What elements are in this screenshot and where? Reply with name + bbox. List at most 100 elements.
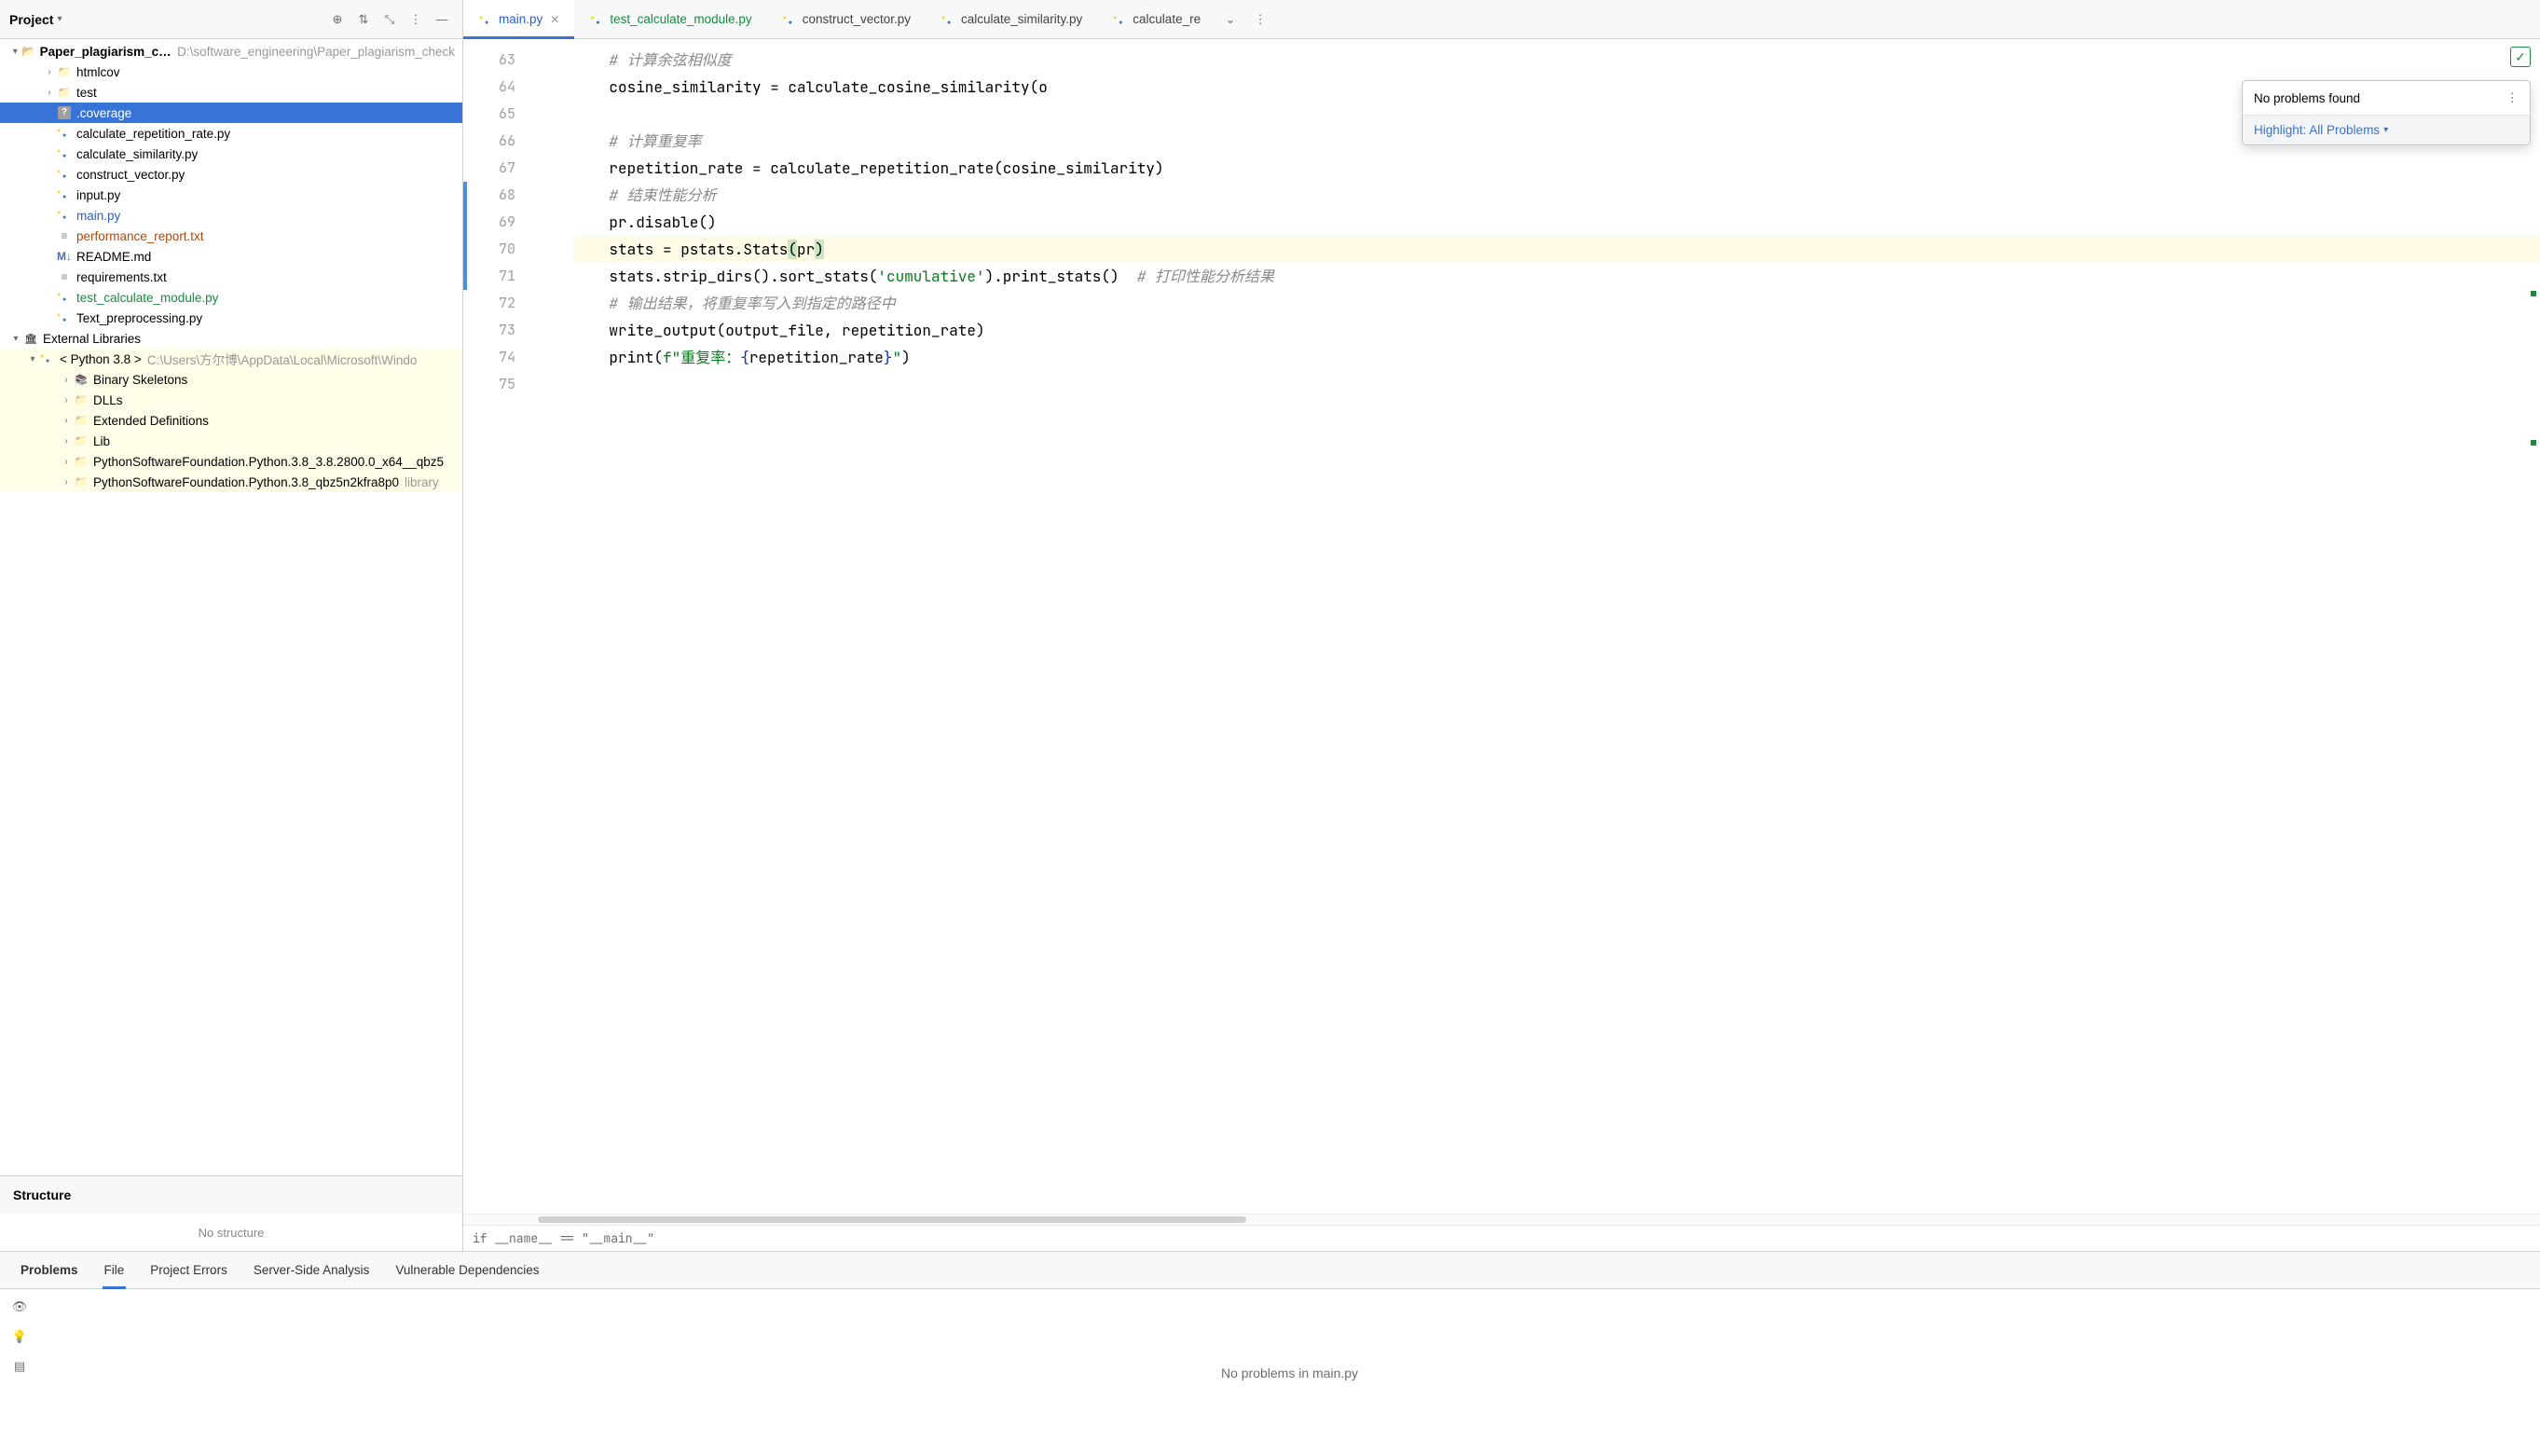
line-number: 73: [463, 317, 538, 344]
editor-tab[interactable]: construct_vector.py: [767, 0, 926, 38]
tree-item-label: test_calculate_module.py: [76, 291, 218, 305]
chevron-down-icon[interactable]: ▾: [9, 334, 22, 344]
code-line[interactable]: write_output(output_file, repetition_rat…: [573, 317, 2540, 344]
tree-item[interactable]: ·construct_vector.py: [0, 164, 462, 185]
close-icon[interactable]: ✕: [550, 13, 559, 26]
tree-item[interactable]: ›Extended Definitions: [0, 410, 462, 431]
chevron-right-icon[interactable]: ›: [60, 416, 73, 426]
editor[interactable]: 63646566676869707172737475 # 计算余弦相似度 cos…: [463, 39, 2540, 1214]
bottom-tab[interactable]: Project Errors: [137, 1252, 240, 1288]
tree-item-label: Binary Skeletons: [93, 373, 187, 387]
folder-icon: [56, 84, 73, 101]
folder-icon: [73, 391, 89, 408]
tree-item[interactable]: ·?.coverage: [0, 103, 462, 123]
chevron-right-icon[interactable]: ›: [60, 395, 73, 405]
scrollbar-thumb[interactable]: [538, 1216, 1246, 1223]
code-line[interactable]: # 结束性能分析: [573, 182, 2540, 209]
code-line[interactable]: # 计算余弦相似度: [573, 47, 2540, 74]
page-icon[interactable]: ▤: [9, 1356, 30, 1377]
bottom-tab[interactable]: File: [91, 1252, 138, 1288]
book-icon: [73, 371, 89, 388]
structure-panel-title[interactable]: Structure: [0, 1176, 462, 1214]
code-line[interactable]: print(f"重复率：{repetition_rate}"): [573, 344, 2540, 371]
tree-item[interactable]: ·calculate_repetition_rate.py: [0, 123, 462, 144]
marker-stripe: [2531, 440, 2536, 446]
py-icon: [56, 166, 73, 183]
tree-item[interactable]: ›PythonSoftwareFoundation.Python.3.8_3.8…: [0, 451, 462, 472]
code-line[interactable]: stats.strip_dirs().sort_stats('cumulativ…: [573, 263, 2540, 290]
code-line[interactable]: [573, 371, 2540, 398]
tab-label: test_calculate_module.py: [610, 12, 751, 26]
chevron-right-icon[interactable]: ›: [43, 88, 56, 98]
chevron-down-icon[interactable]: ▾: [9, 47, 21, 57]
project-root[interactable]: ▾ Paper_plagiarism_check D:\software_eng…: [0, 41, 462, 62]
external-libraries[interactable]: ▾ External Libraries: [0, 328, 462, 349]
editor-tab[interactable]: main.py✕: [463, 0, 574, 38]
editor-tab[interactable]: test_calculate_module.py: [574, 0, 766, 38]
bulb-icon[interactable]: 💡: [9, 1326, 30, 1347]
tree-item[interactable]: ·requirements.txt: [0, 267, 462, 287]
highlight-dropdown[interactable]: Highlight: All Problems ▾: [2243, 115, 2530, 144]
tab-label: calculate_similarity.py: [961, 12, 1082, 26]
bottom-tab[interactable]: Problems: [7, 1252, 91, 1288]
chevron-right-icon[interactable]: ›: [60, 436, 73, 446]
code-line[interactable]: stats = pstats.Stats(pr): [573, 236, 2540, 263]
tabs-menu[interactable]: ⋮: [1245, 0, 1275, 38]
tree-item[interactable]: ›test: [0, 82, 462, 103]
code-line[interactable]: repetition_rate = calculate_repetition_r…: [573, 155, 2540, 182]
code-line[interactable]: pr.disable(): [573, 209, 2540, 236]
bottom-tab[interactable]: Server-Side Analysis: [240, 1252, 383, 1288]
chevron-right-icon[interactable]: ›: [60, 457, 73, 467]
inspection-ok-badge[interactable]: ✓: [2510, 47, 2531, 67]
tabs-dropdown[interactable]: ⌄: [1215, 0, 1245, 38]
tree-item[interactable]: ·calculate_similarity.py: [0, 144, 462, 164]
tree-item[interactable]: ·Text_preprocessing.py: [0, 308, 462, 328]
more-icon[interactable]: ⋮: [405, 8, 427, 31]
breadcrumb[interactable]: if __name__ == "__main__": [463, 1225, 2540, 1251]
horizontal-scrollbar[interactable]: [463, 1214, 2540, 1225]
minimize-icon[interactable]: —: [431, 8, 453, 31]
code-area[interactable]: # 计算余弦相似度 cosine_similarity = calculate_…: [538, 39, 2540, 1214]
editor-tabs: main.py✕ test_calculate_module.py construc…: [463, 0, 2540, 39]
bottom-tab[interactable]: Vulnerable Dependencies: [382, 1252, 552, 1288]
tree-item[interactable]: ·main.py: [0, 205, 462, 226]
line-gutter: 63646566676869707172737475: [463, 39, 538, 1214]
more-icon[interactable]: ⋮: [2506, 90, 2519, 105]
line-number: 69: [463, 209, 538, 236]
chevron-right-icon[interactable]: ›: [60, 477, 73, 488]
py-icon: [56, 309, 73, 326]
eye-icon[interactable]: 👁: [9, 1297, 30, 1317]
tree-item[interactable]: ›DLLs: [0, 390, 462, 410]
tree-item[interactable]: ·test_calculate_module.py: [0, 287, 462, 308]
tree-item-label: input.py: [76, 188, 120, 202]
code-line[interactable]: # 输出结果，将重复率写入到指定的路径中: [573, 290, 2540, 317]
project-panel-title[interactable]: Project: [9, 12, 53, 27]
marker-stripe: [2531, 291, 2536, 296]
line-number: 74: [463, 344, 538, 371]
collapse-icon[interactable]: ⤡: [378, 8, 401, 31]
tree-item[interactable]: ·performance_report.txt: [0, 226, 462, 246]
tree-item[interactable]: ›PythonSoftwareFoundation.Python.3.8_qbz…: [0, 472, 462, 492]
tree-item[interactable]: › Binary Skeletons: [0, 369, 462, 390]
py-icon: [56, 186, 73, 203]
python-sdk[interactable]: ▾ < Python 3.8 > C:\Users\方尔博\AppData\Lo…: [0, 349, 462, 369]
chevron-down-icon[interactable]: ▾: [26, 354, 39, 364]
chevron-right-icon[interactable]: ›: [43, 67, 56, 77]
tree-item-label: calculate_repetition_rate.py: [76, 127, 230, 141]
tree-item[interactable]: ›htmlcov: [0, 62, 462, 82]
editor-tab[interactable]: calculate_similarity.py: [926, 0, 1097, 38]
project-tree[interactable]: ▾ Paper_plagiarism_check D:\software_eng…: [0, 39, 462, 1175]
editor-tab[interactable]: calculate_re: [1097, 0, 1215, 38]
tree-item[interactable]: ·input.py: [0, 185, 462, 205]
expand-icon[interactable]: ⇅: [352, 8, 375, 31]
chevron-right-icon[interactable]: ›: [60, 375, 73, 385]
highlight-label: Highlight: All Problems: [2254, 123, 2380, 137]
folder-icon: [73, 474, 89, 490]
line-number: 68: [463, 182, 538, 209]
tree-item[interactable]: ›Lib: [0, 431, 462, 451]
chevron-down-icon[interactable]: ▾: [57, 14, 62, 24]
tree-item[interactable]: ·M↓README.md: [0, 246, 462, 267]
locate-icon[interactable]: ⊕: [326, 8, 349, 31]
markdown-icon: M↓: [56, 248, 73, 265]
line-number: 75: [463, 371, 538, 398]
